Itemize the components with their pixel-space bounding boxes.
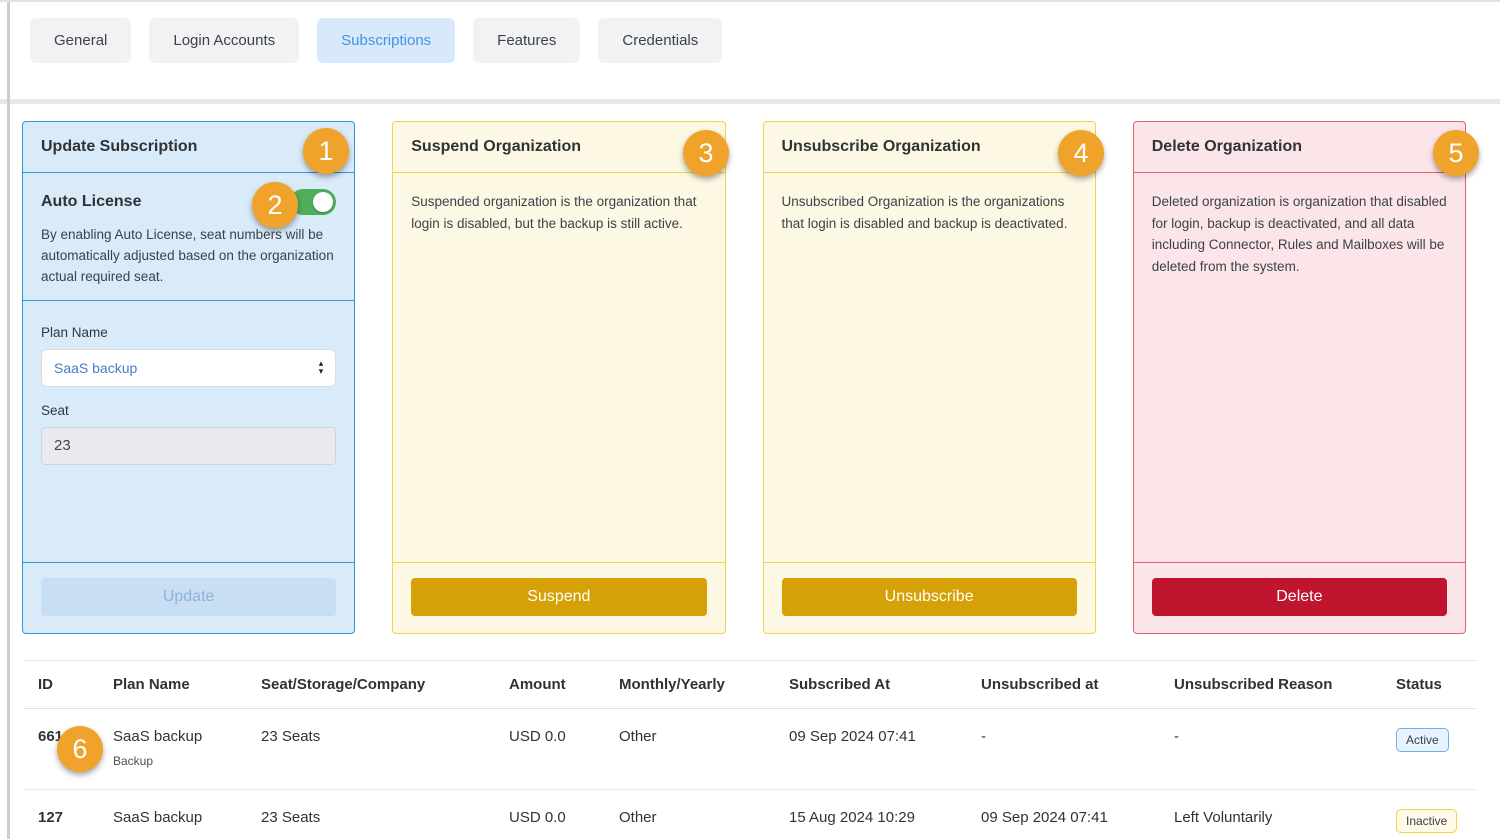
tab-subscriptions[interactable]: Subscriptions [317, 18, 455, 63]
plan-name-select[interactable]: SaaS backup ▴ ▾ [41, 349, 336, 387]
annotation-marker-5: 5 [1433, 130, 1479, 176]
subscriptions-table: ID Plan Name Seat/Storage/Company Amount… [24, 660, 1476, 839]
delete-card-footer: Delete [1134, 562, 1465, 633]
plan-sub-label: Backup [113, 754, 239, 768]
plan-name-label: Plan Name [41, 325, 336, 340]
unsubscribe-card-footer: Unsubscribe [764, 562, 1095, 633]
annotation-marker-1: 1 [303, 128, 349, 174]
unsubscribe-button[interactable]: Unsubscribe [782, 578, 1077, 616]
unsubscribe-organization-title: Unsubscribe Organization [764, 122, 1095, 173]
annotation-marker-6: 6 [57, 726, 103, 772]
toggle-knob-icon [313, 192, 333, 212]
suspend-organization-card: Suspend Organization Suspended organizat… [392, 121, 725, 634]
tab-bar: General Login Accounts Subscriptions Fea… [0, 2, 1500, 99]
table-row: 127 SaaS backup 23 Seats USD 0.0 Other 1… [24, 790, 1477, 839]
cell-plan-name: SaaS backup Backup [99, 709, 247, 790]
cell-amount: USD 0.0 [495, 790, 605, 839]
subscriptions-page: General Login Accounts Subscriptions Fea… [0, 0, 1500, 839]
cell-monthly-yearly: Other [605, 709, 775, 790]
window-left-border [7, 2, 10, 839]
cell-id: 127 [24, 790, 99, 839]
action-cards-row: Update Subscription Auto License By enab… [0, 104, 1500, 634]
update-subscription-card: Update Subscription Auto License By enab… [22, 121, 355, 634]
tab-credentials[interactable]: Credentials [598, 18, 722, 63]
cell-unsubscribed-at: 09 Sep 2024 07:41 [967, 790, 1160, 839]
col-monthly-yearly: Monthly/Yearly [605, 661, 775, 709]
col-status: Status [1382, 661, 1477, 709]
suspend-button[interactable]: Suspend [411, 578, 706, 616]
table-row: 661 SaaS backup Backup 23 Seats USD 0.0 … [24, 709, 1477, 790]
plan-form-section: Plan Name SaaS backup ▴ ▾ Seat 23 [23, 301, 354, 562]
annotation-marker-2: 2 [252, 182, 298, 228]
col-seat-storage-company: Seat/Storage/Company [247, 661, 495, 709]
cell-subscribed-at: 15 Aug 2024 10:29 [775, 790, 967, 839]
seat-label: Seat [41, 403, 336, 418]
update-card-footer: Update [23, 562, 354, 633]
cell-seat-storage-company: 23 Seats [247, 790, 495, 839]
auto-license-description: By enabling Auto License, seat numbers w… [41, 225, 336, 288]
tab-login-accounts[interactable]: Login Accounts [149, 18, 299, 63]
cell-amount: USD 0.0 [495, 709, 605, 790]
select-updown-icon: ▴ ▾ [319, 360, 324, 375]
cell-status: Inactive [1382, 790, 1477, 839]
tab-features[interactable]: Features [473, 18, 580, 63]
col-amount: Amount [495, 661, 605, 709]
col-unsubscribed-at: Unsubscribed at [967, 661, 1160, 709]
cell-monthly-yearly: Other [605, 790, 775, 839]
suspend-organization-description: Suspended organization is the organizati… [393, 173, 724, 562]
delete-organization-title: Delete Organization [1134, 122, 1465, 173]
col-plan-name: Plan Name [99, 661, 247, 709]
status-badge: Active [1396, 728, 1449, 752]
plan-name-value: SaaS backup [54, 360, 137, 376]
auto-license-label: Auto License [41, 193, 141, 211]
status-badge: Inactive [1396, 809, 1457, 833]
cell-status: Active [1382, 709, 1477, 790]
col-id: ID [24, 661, 99, 709]
delete-button[interactable]: Delete [1152, 578, 1447, 616]
cell-unsubscribed-reason: Left Voluntarily [1160, 790, 1382, 839]
delete-organization-card: Delete Organization Deleted organization… [1133, 121, 1466, 634]
annotation-marker-4: 4 [1058, 130, 1104, 176]
cell-subscribed-at: 09 Sep 2024 07:41 [775, 709, 967, 790]
cell-unsubscribed-at: - [967, 709, 1160, 790]
tab-general[interactable]: General [30, 18, 131, 63]
auto-license-section: Auto License By enabling Auto License, s… [23, 173, 354, 301]
cell-unsubscribed-reason: - [1160, 709, 1382, 790]
cell-plan-name: SaaS backup [99, 790, 247, 839]
suspend-organization-title: Suspend Organization [393, 122, 724, 173]
col-subscribed-at: Subscribed At [775, 661, 967, 709]
delete-organization-description: Deleted organization is organization tha… [1134, 173, 1465, 562]
unsubscribe-organization-description: Unsubscribed Organization is the organiz… [764, 173, 1095, 562]
col-unsubscribed-reason: Unsubscribed Reason [1160, 661, 1382, 709]
suspend-card-footer: Suspend [393, 562, 724, 633]
update-button: Update [41, 578, 336, 616]
table-header-row: ID Plan Name Seat/Storage/Company Amount… [24, 661, 1477, 709]
annotation-marker-3: 3 [683, 130, 729, 176]
seat-input: 23 [41, 427, 336, 465]
unsubscribe-organization-card: Unsubscribe Organization Unsubscribed Or… [763, 121, 1096, 634]
cell-seat-storage-company: 23 Seats [247, 709, 495, 790]
